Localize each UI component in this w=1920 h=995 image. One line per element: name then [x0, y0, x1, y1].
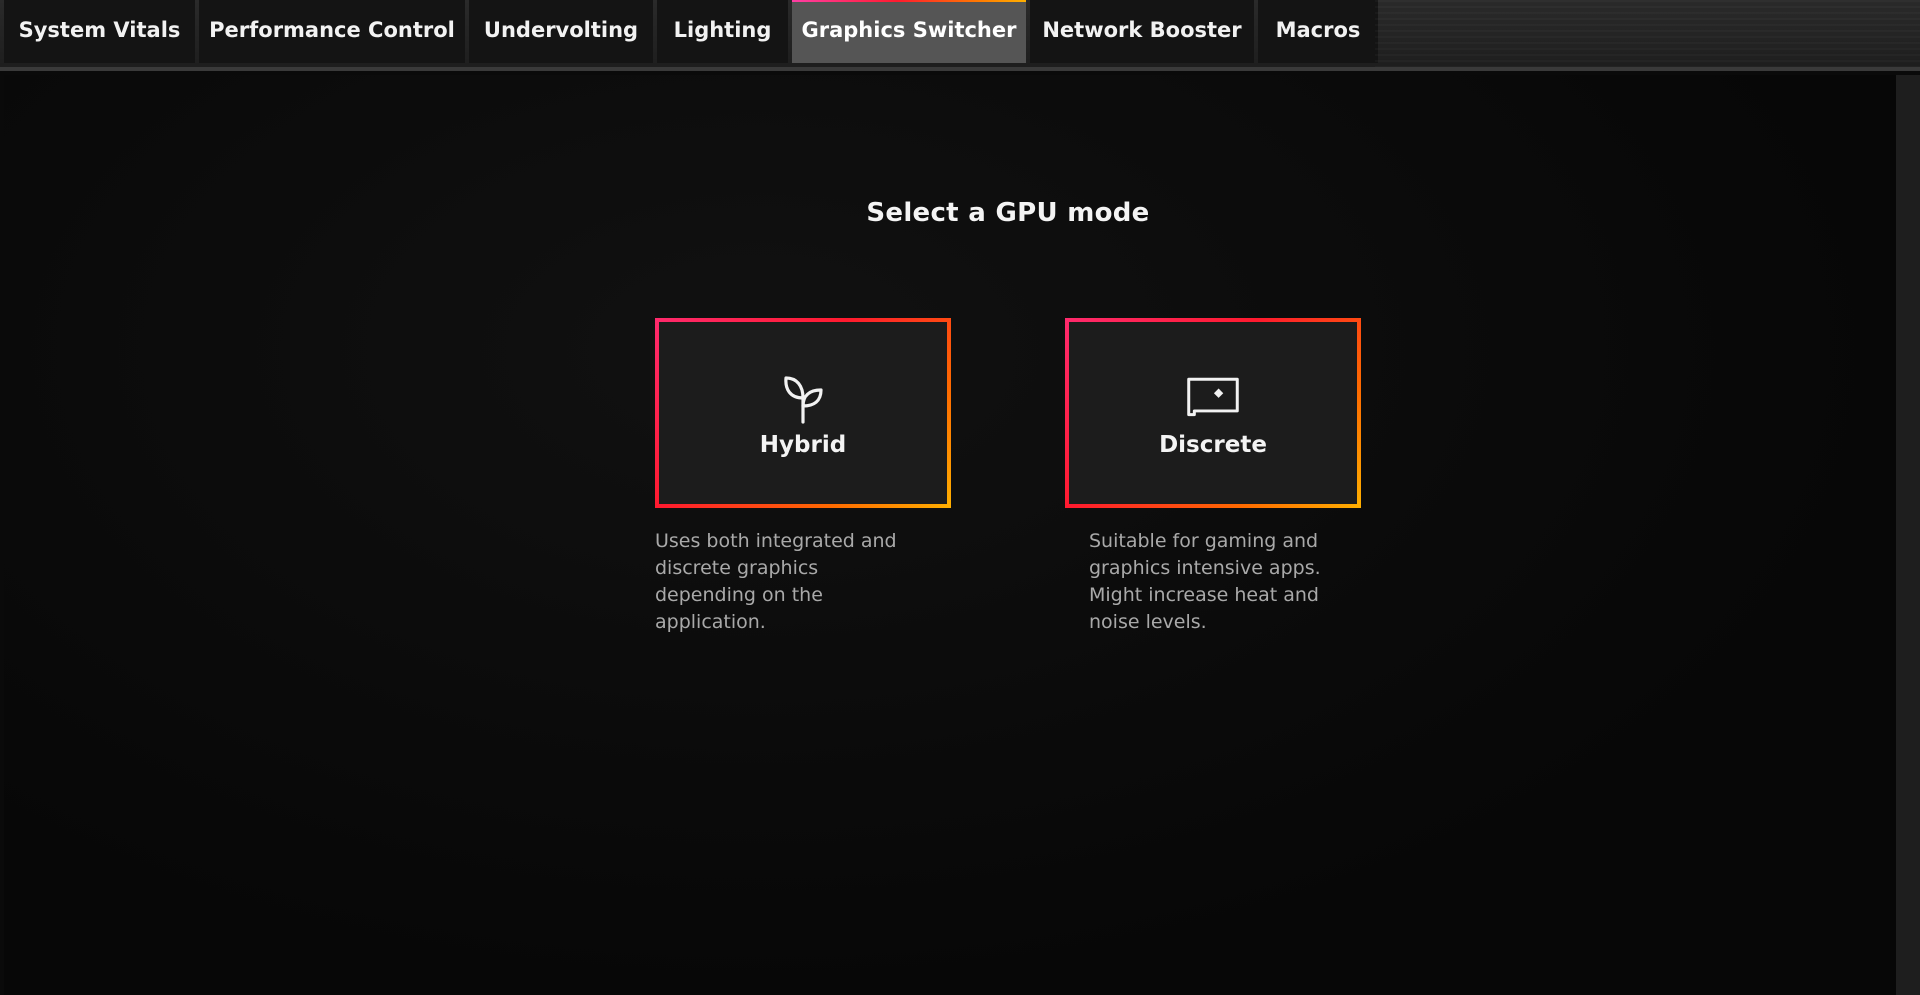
hybrid-mode-card-body: Hybrid: [659, 322, 947, 504]
discrete-mode-description: Suitable for gaming and graphics intensi…: [1089, 530, 1321, 633]
tab-bar: System Vitals Performance Control Underv…: [0, 0, 1920, 71]
discrete-mode-button[interactable]: Discrete: [1065, 318, 1361, 508]
hybrid-mode-label: Hybrid: [759, 432, 847, 458]
tab-undervolting[interactable]: Undervolting: [469, 0, 653, 63]
tab-network-booster[interactable]: Network Booster: [1030, 0, 1254, 63]
monitor-icon: [1185, 368, 1241, 424]
sprout-icon: [775, 368, 831, 424]
tab-graphics-switcher[interactable]: Graphics Switcher: [792, 0, 1026, 63]
tab-system-vitals[interactable]: System Vitals: [4, 0, 195, 63]
tab-macros[interactable]: Macros: [1258, 0, 1378, 63]
discrete-mode-label: Discrete: [1159, 432, 1267, 458]
app-window: System Vitals Performance Control Underv…: [0, 0, 1920, 995]
hybrid-mode-button[interactable]: Hybrid: [655, 318, 951, 508]
hybrid-mode-description: Uses both integrated and discrete graphi…: [655, 530, 897, 633]
page-title: Select a GPU mode: [866, 198, 1150, 228]
discrete-mode-card-body: Discrete: [1069, 322, 1357, 504]
tab-lighting[interactable]: Lighting: [657, 0, 788, 63]
tab-list: System Vitals Performance Control Underv…: [0, 0, 1382, 67]
tab-performance-control[interactable]: Performance Control: [199, 0, 465, 63]
